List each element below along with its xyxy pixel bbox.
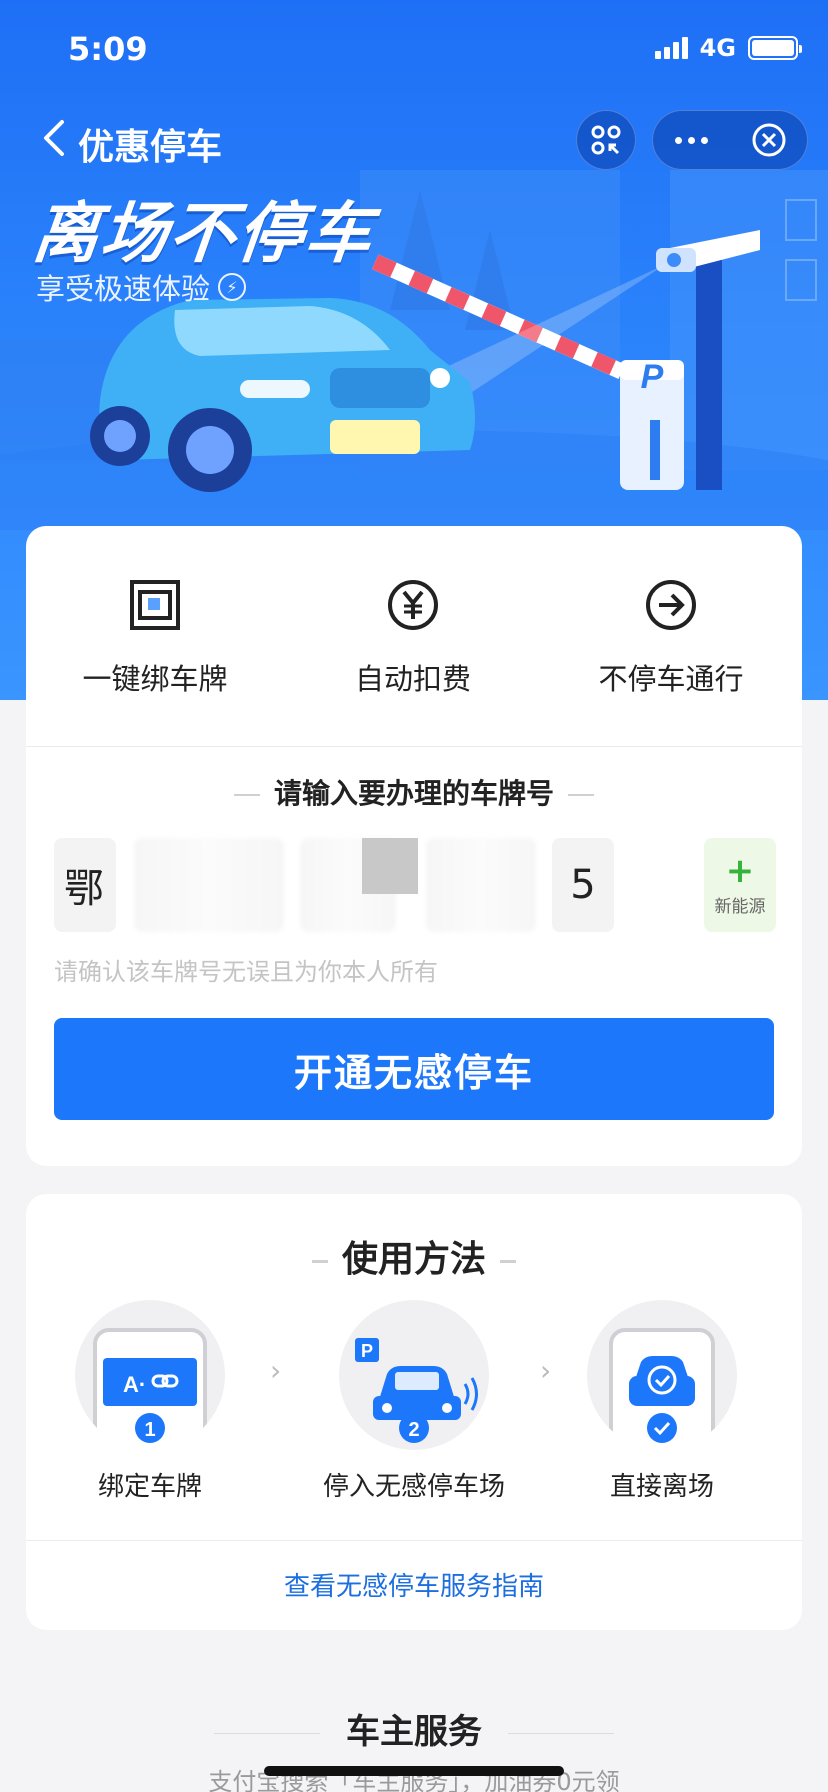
plus-icon: + xyxy=(725,850,755,891)
heading-dash xyxy=(500,1259,516,1263)
plate-hint: 请确认该车牌号无误且为你本人所有 xyxy=(54,958,438,986)
scan-icon xyxy=(591,125,621,155)
feature-label: 一键绑车牌 xyxy=(82,662,228,696)
plate-input-row: 鄂 5 xyxy=(54,838,774,932)
hero-subtitle-text: 享受极速体验 xyxy=(36,272,211,306)
svg-text:P: P xyxy=(361,1341,373,1361)
how-to-card: 使用方法 A· 1 绑定车牌 › P 2 停入无感停车场 › 直接离场 查看无感… xyxy=(26,1194,802,1630)
step-illustration xyxy=(587,1300,737,1450)
car-owner-services-title: 车主服务 xyxy=(0,1704,828,1753)
new-energy-label: 新能源 xyxy=(714,896,766,917)
feature-label: 自动扣费 xyxy=(354,662,471,696)
plate-char-field[interactable] xyxy=(426,838,536,932)
feature-auto-pay: 自动扣费 xyxy=(284,526,542,746)
more-dot-icon xyxy=(688,136,695,144)
hero-subtitle: 享受极速体验 ⚡ xyxy=(36,266,247,308)
feature-label: 不停车通行 xyxy=(598,662,744,696)
close-button[interactable] xyxy=(730,110,807,170)
step-label: 直接离场 xyxy=(609,1472,714,1502)
back-button[interactable] xyxy=(36,114,76,162)
title-line xyxy=(214,1733,320,1734)
more-dot-icon xyxy=(701,136,708,144)
plate-last-field[interactable]: 5 xyxy=(552,838,614,932)
scan-button[interactable] xyxy=(576,110,636,170)
new-energy-button[interactable]: + 新能源 xyxy=(704,838,776,932)
svg-text:1: 1 xyxy=(144,1419,155,1441)
network-label: 4G xyxy=(699,34,736,62)
step-leave: 直接离场 xyxy=(542,1300,782,1503)
chevron-left-icon xyxy=(44,120,64,156)
divider xyxy=(26,746,802,747)
svg-text:2: 2 xyxy=(408,1419,419,1441)
nav-bar: 优惠停车 xyxy=(0,108,828,172)
page-title: 优惠停车 xyxy=(78,127,223,168)
plate-link-icon: A· 1 xyxy=(93,1328,207,1450)
step-illustration: A· 1 xyxy=(75,1300,225,1450)
plate-heading-text: 请输入要办理的车牌号 xyxy=(273,777,554,810)
plate-char-field[interactable] xyxy=(134,838,284,932)
section-title-text: 车主服务 xyxy=(346,1712,482,1752)
plate-mask xyxy=(362,838,418,894)
bind-plate-icon xyxy=(128,578,182,632)
step-illustration: P 2 xyxy=(339,1300,489,1450)
status-indicators: 4G xyxy=(654,34,802,62)
car-check-icon xyxy=(609,1328,715,1450)
lightning-icon: ⚡ xyxy=(218,273,247,301)
chevron-right-icon: › xyxy=(270,1354,282,1387)
step-park: P 2 停入无感停车场 xyxy=(294,1300,534,1503)
car-parking-icon: P 2 xyxy=(355,1338,478,1443)
how-to-title-text: 使用方法 xyxy=(341,1239,486,1280)
heading-dash xyxy=(311,1259,328,1263)
feature-nonstop-pass: 不停车通行 xyxy=(542,526,800,746)
how-to-title: 使用方法 xyxy=(26,1230,802,1282)
signal-icon xyxy=(654,37,688,59)
status-bar: 5:09 4G xyxy=(0,0,828,100)
enable-parking-button[interactable]: 开通无感停车 xyxy=(54,1018,774,1120)
step-label: 停入无感停车场 xyxy=(322,1472,505,1502)
svg-text:A·: A· xyxy=(123,1372,146,1397)
feature-list: 一键绑车牌 自动扣费 不停车通行 xyxy=(26,526,802,746)
step-bind-plate: A· 1 绑定车牌 xyxy=(30,1300,270,1503)
status-time: 5:09 xyxy=(68,30,148,68)
title-line xyxy=(508,1733,614,1734)
plate-province-field[interactable]: 鄂 xyxy=(54,838,116,932)
arrow-right-circle-icon xyxy=(644,578,698,632)
close-circle-icon xyxy=(752,123,785,157)
yuan-icon xyxy=(386,578,440,632)
more-button[interactable] xyxy=(653,110,730,170)
battery-icon xyxy=(748,36,802,60)
heading-dash xyxy=(568,794,594,796)
svg-text:P: P xyxy=(641,358,664,396)
feature-bind-plate: 一键绑车牌 xyxy=(26,526,284,746)
heading-dash xyxy=(233,794,260,796)
mini-program-capsule xyxy=(652,110,808,170)
divider xyxy=(26,1540,802,1541)
more-dot-icon xyxy=(675,136,682,144)
plate-heading: 请输入要办理的车牌号 xyxy=(26,772,802,812)
step-label: 绑定车牌 xyxy=(97,1472,202,1502)
plate-binding-card: 一键绑车牌 自动扣费 不停车通行 请输入要办理的车牌号 鄂 5 + 新能源 请确… xyxy=(26,526,802,1166)
home-indicator xyxy=(264,1766,564,1776)
service-guide-link[interactable]: 查看无感停车服务指南 xyxy=(26,1566,802,1603)
hero-title: 离场不停车 xyxy=(29,195,378,272)
